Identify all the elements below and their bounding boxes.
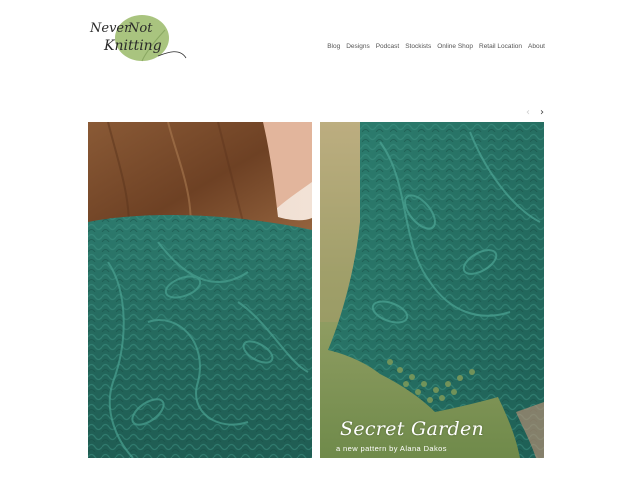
shawl-edge-image: [320, 122, 544, 458]
site-logo[interactable]: Never Not Knitting: [88, 12, 192, 64]
nav-item-retail-location[interactable]: Retail Location: [479, 43, 522, 50]
slider-controls: ‹ ›: [526, 108, 548, 118]
logo-word-knitting: Knitting: [104, 38, 162, 54]
nav-item-online-shop[interactable]: Online Shop: [437, 43, 473, 50]
chevron-left-icon[interactable]: ‹: [526, 108, 534, 118]
main-nav: Blog Designs Podcast Stockists Online Sh…: [327, 43, 545, 50]
nav-item-about[interactable]: About: [528, 43, 545, 50]
slide-photo-shawl-back[interactable]: [88, 122, 312, 458]
chevron-right-icon[interactable]: ›: [540, 108, 548, 118]
hero-subtitle: a new pattern by Alana Dakos: [336, 444, 447, 453]
logo-word-not: Not: [128, 21, 153, 36]
nav-item-blog[interactable]: Blog: [327, 43, 340, 50]
nav-item-podcast[interactable]: Podcast: [376, 43, 400, 50]
logo-word-never: Never: [90, 21, 131, 36]
slide-photo-shawl-edge[interactable]: Secret Garden a new pattern by Alana Dak…: [320, 122, 544, 458]
shawl-back-image: [88, 122, 312, 458]
nav-item-stockists[interactable]: Stockists: [405, 43, 431, 50]
hero-title: Secret Garden: [340, 418, 485, 440]
nav-item-designs[interactable]: Designs: [346, 43, 369, 50]
